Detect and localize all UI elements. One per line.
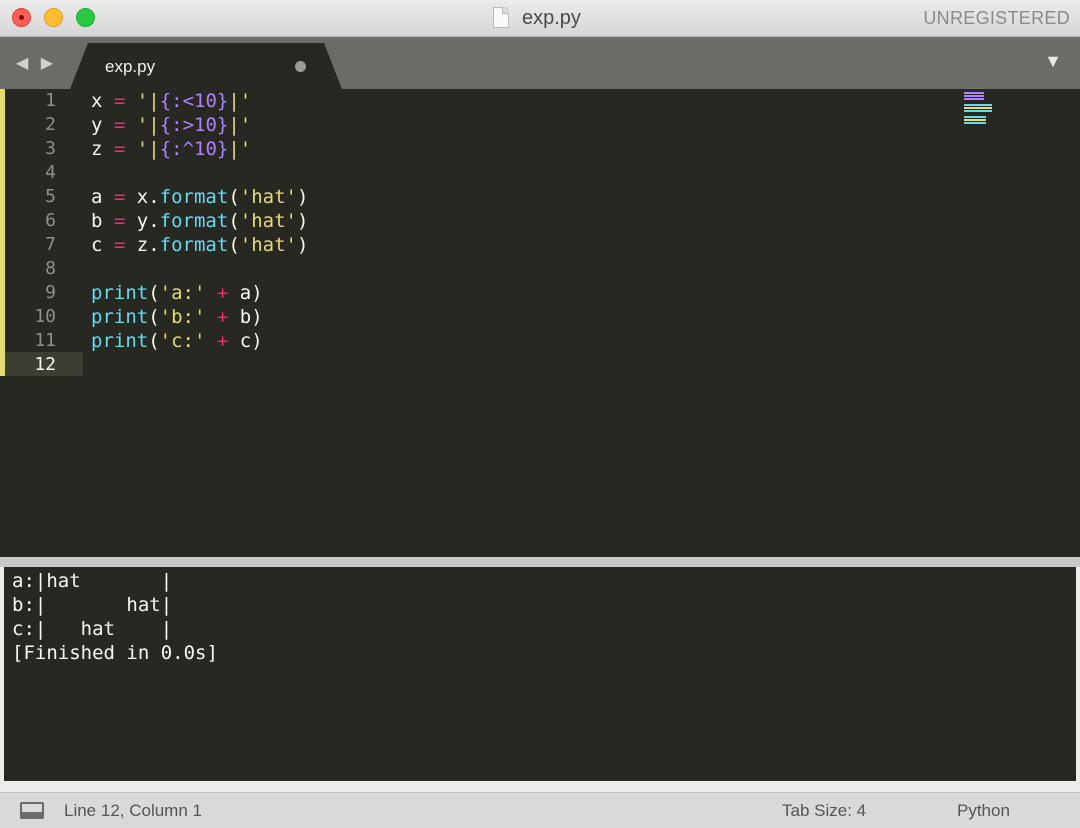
status-bar: Line 12, Column 1 Tab Size: 4 Python <box>0 792 1080 828</box>
line-number: 1 <box>45 90 56 111</box>
code-line: z = '|{:^10}|' <box>91 138 252 160</box>
tab-dropdown-icon[interactable]: ▼ <box>1044 51 1062 72</box>
tab-size-selector[interactable]: Tab Size: 4 <box>782 801 866 821</box>
close-icon <box>19 15 24 20</box>
minimize-button[interactable] <box>44 8 63 27</box>
output-line: [Finished in 0.0s] <box>12 642 218 664</box>
line-number: 9 <box>45 282 56 303</box>
line-number: 10 <box>34 306 56 327</box>
zoom-button[interactable] <box>76 8 95 27</box>
code-content[interactable]: x = '|{:<10}|' y = '|{:>10}|' z = '|{:^1… <box>91 89 308 353</box>
line-number: 7 <box>45 234 56 255</box>
line-number: 4 <box>45 162 56 183</box>
minimap[interactable] <box>964 92 994 126</box>
output-line: c:| hat | <box>12 618 173 640</box>
code-line: x = '|{:<10}|' <box>91 90 252 112</box>
line-number: 5 <box>45 186 56 207</box>
minimap-line <box>964 110 992 112</box>
unregistered-label: UNREGISTERED <box>923 8 1070 28</box>
line-number: 6 <box>45 210 56 231</box>
minimap-line <box>964 122 986 124</box>
code-line: print('c:' + c) <box>91 330 263 352</box>
code-editor[interactable]: 1 2 3 4 5 6 7 8 9 10 11 12 x = '|{:<10}|… <box>0 89 1080 557</box>
build-output-panel[interactable]: a:|hat | b:| hat| c:| hat | [Finished in… <box>4 567 1076 781</box>
close-button[interactable] <box>12 8 31 27</box>
show-panel-icon[interactable] <box>20 802 44 819</box>
code-line: b = y.format('hat') <box>91 210 309 232</box>
line-number: 8 <box>45 258 56 279</box>
tab-bar: ◀ ▶ exp.py ▼ <box>0 37 1080 89</box>
minimap-line <box>964 95 984 97</box>
minimap-line <box>964 92 984 94</box>
line-number-current: 12 <box>34 354 56 375</box>
minimap-line <box>964 107 992 109</box>
code-line: print('a:' + a) <box>91 282 263 304</box>
code-line: a = x.format('hat') <box>91 186 309 208</box>
panel-splitter[interactable] <box>0 557 1080 567</box>
window-title: exp.py <box>522 7 581 29</box>
minimap-line <box>964 119 986 121</box>
code-line: print('b:' + b) <box>91 306 263 328</box>
line-number: 11 <box>34 330 56 351</box>
minimap-line <box>964 98 984 100</box>
tab-exp-py[interactable]: exp.py <box>70 43 342 89</box>
minimap-line <box>964 104 992 106</box>
code-line: y = '|{:>10}|' <box>91 114 252 136</box>
code-line: c = z.format('hat') <box>91 234 309 256</box>
line-number: 2 <box>45 114 56 135</box>
tab-label: exp.py <box>105 57 156 76</box>
minimap-line <box>964 116 986 118</box>
output-line: a:|hat | <box>12 570 173 592</box>
tab-nav-arrows-icon[interactable]: ◀ ▶ <box>16 53 57 73</box>
cursor-position: Line 12, Column 1 <box>64 801 202 820</box>
unsaved-indicator-icon[interactable] <box>295 61 306 72</box>
line-number-gutter: 1 2 3 4 5 6 7 8 9 10 11 12 <box>5 89 83 557</box>
syntax-selector[interactable]: Python <box>957 801 1010 821</box>
title-bar: exp.py UNREGISTERED <box>0 0 1080 37</box>
document-icon <box>493 7 509 28</box>
output-line: b:| hat| <box>12 594 173 616</box>
line-number: 3 <box>45 138 56 159</box>
